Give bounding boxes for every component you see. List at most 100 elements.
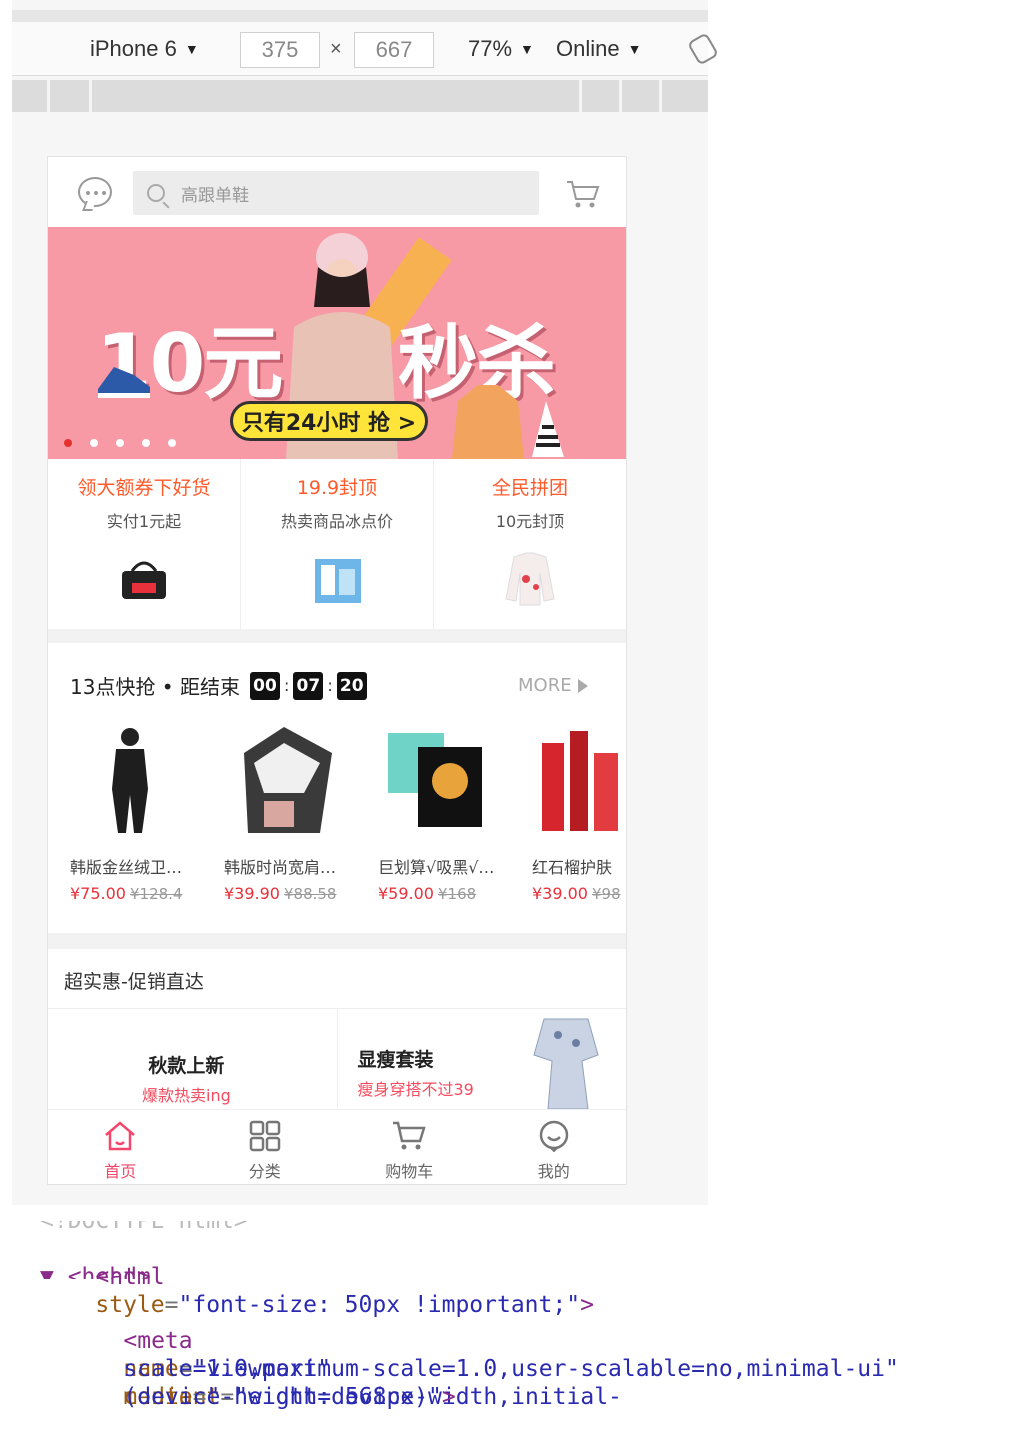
device-select[interactable]: iPhone 6 ▼ bbox=[90, 36, 199, 62]
countdown-colon: : bbox=[327, 676, 333, 695]
html-source-panel: <!DOCTYPE html> <html style="font-size: … bbox=[0, 1205, 1016, 1412]
carousel-dot-active[interactable] bbox=[64, 439, 72, 447]
carousel-dot[interactable] bbox=[116, 439, 124, 447]
rotate-icon[interactable] bbox=[686, 32, 720, 66]
search-bar[interactable]: 高跟单鞋 bbox=[133, 171, 539, 215]
flash-sale-section: 13点快抢 • 距结束 00 : 07 : 20 MORE 韩版金丝绒卫… ¥7… bbox=[48, 643, 626, 933]
carousel-dot[interactable] bbox=[142, 439, 150, 447]
tab-label: 首页 bbox=[104, 1162, 137, 1181]
price-original: ¥98 bbox=[591, 885, 621, 903]
deal-dress-image bbox=[532, 1018, 599, 1109]
flash-sale-title: 13点快抢 • 距结束 00 : 07 : 20 bbox=[70, 671, 367, 700]
section-divider bbox=[48, 629, 626, 643]
promo-19-9[interactable]: 19.9封顶 热卖商品冰点价 bbox=[241, 459, 434, 629]
meta-tag-line-3[interactable]: (device-height: 568px)"> bbox=[68, 1355, 456, 1439]
price-current: ¥39.00 bbox=[532, 884, 588, 903]
section-divider bbox=[48, 933, 626, 949]
bottom-tab-bar: 首页 分类 购物车 我的 bbox=[48, 1109, 626, 1184]
network-label: Online bbox=[556, 36, 620, 61]
product-price: ¥39.00 ¥98 bbox=[532, 884, 626, 903]
price-current: ¥39.90 bbox=[224, 884, 280, 903]
product-image bbox=[112, 728, 148, 833]
meta-tag-close: > bbox=[441, 1384, 456, 1410]
banner-carousel[interactable]: 10元 秒杀 只有24小时 抢 > bbox=[48, 227, 626, 459]
ruler-segment[interactable] bbox=[622, 80, 662, 112]
chevron-down-icon: ▼ bbox=[184, 41, 199, 57]
product-price: ¥39.90 ¥88.58 bbox=[224, 884, 344, 903]
more-link[interactable]: MORE bbox=[518, 675, 588, 696]
devtools-top-strip bbox=[12, 10, 708, 22]
product-image bbox=[542, 731, 618, 831]
cart-icon[interactable] bbox=[566, 179, 600, 209]
product-card[interactable]: 韩版金丝绒卫… ¥75.00 ¥128.4 bbox=[70, 723, 190, 903]
product-price: ¥75.00 ¥128.4 bbox=[70, 884, 190, 903]
device-label: iPhone 6 bbox=[90, 36, 177, 61]
media-value-part2: (device-height: 568px)" bbox=[123, 1384, 442, 1410]
price-original: ¥88.58 bbox=[283, 885, 337, 903]
width-input[interactable]: 375 bbox=[240, 32, 320, 68]
countdown-colon: : bbox=[283, 676, 290, 695]
ruler-segment[interactable] bbox=[662, 80, 708, 112]
deals-header: 超实惠-促销直达 bbox=[48, 949, 626, 1009]
ruler-segment[interactable] bbox=[582, 80, 622, 112]
product-name: 红石榴护肤 bbox=[532, 858, 613, 877]
play-arrow-icon bbox=[577, 678, 588, 693]
ruler-segment[interactable] bbox=[92, 80, 582, 112]
deals-title: 超实惠-促销直达 bbox=[64, 971, 204, 993]
smile-face-icon bbox=[539, 1120, 568, 1152]
product-card[interactable]: 巨划算√吸黑√… ¥59.00 ¥168 bbox=[378, 723, 498, 903]
promo-title: 全民拼团 bbox=[491, 477, 568, 499]
ruler-segment[interactable] bbox=[12, 80, 50, 112]
tab-label: 我的 bbox=[537, 1162, 570, 1181]
phone-viewport: 高跟单鞋 10元 秒杀 只有24小时 抢 > 领大额券下好货 实付1元起 19.… bbox=[48, 157, 626, 1184]
product-image bbox=[388, 733, 482, 827]
search-placeholder: 高跟单鞋 bbox=[181, 185, 249, 206]
promo-entries: 领大额券下好货 实付1元起 19.9封顶 热卖商品冰点价 全民拼团 10元封顶 bbox=[48, 459, 626, 629]
countdown-timer: 00 : 07 : 20 bbox=[249, 671, 367, 700]
tab-profile[interactable]: 我的 bbox=[482, 1110, 627, 1184]
deal-text: 显瘦套装 瘦身穿搭不过39 bbox=[358, 1045, 474, 1100]
carousel-dot[interactable] bbox=[90, 439, 98, 447]
chevron-down-icon: ▼ bbox=[627, 41, 642, 57]
hoodie-image bbox=[452, 385, 524, 459]
zoom-select[interactable]: 77% ▼ bbox=[468, 36, 534, 62]
more-label: MORE bbox=[518, 675, 572, 696]
tab-cart[interactable]: 购物车 bbox=[337, 1110, 482, 1184]
media-query-ruler[interactable] bbox=[12, 80, 708, 112]
deal-text: 秋款上新 爆款热卖ing bbox=[142, 1051, 231, 1106]
height-input[interactable]: 667 bbox=[354, 32, 434, 68]
network-select[interactable]: Online ▼ bbox=[556, 36, 641, 62]
product-card[interactable]: 红石榴护肤 ¥39.00 ¥98 bbox=[532, 723, 626, 903]
cart-icon bbox=[393, 1121, 426, 1150]
promo-title: 19.9封顶 bbox=[296, 477, 378, 499]
product-price: ¥59.00 ¥168 bbox=[378, 884, 498, 903]
deal-card-autumn[interactable]: 秋款上新 爆款热卖ing bbox=[48, 1009, 338, 1109]
carousel-dot[interactable] bbox=[168, 439, 176, 447]
home-icon bbox=[105, 1121, 136, 1151]
skincare-box-image bbox=[315, 559, 361, 603]
sneaker-image bbox=[98, 367, 150, 398]
flash-sale-label: 13点快抢 • 距结束 bbox=[70, 675, 240, 699]
promo-group-buy[interactable]: 全民拼团 10元封顶 bbox=[434, 459, 626, 629]
flash-goods-list: 韩版金丝绒卫… ¥75.00 ¥128.4 韩版时尚宽肩… ¥39.90 ¥88.5… bbox=[70, 723, 626, 903]
tab-home[interactable]: 首页 bbox=[48, 1110, 193, 1184]
search-icon bbox=[147, 184, 165, 202]
promo-subtitle: 实付1元起 bbox=[106, 512, 182, 531]
chevron-down-icon: ▼ bbox=[520, 41, 534, 57]
carousel-indicators bbox=[64, 439, 176, 447]
message-icon[interactable] bbox=[78, 177, 112, 207]
striped-item-image bbox=[532, 401, 564, 457]
countdown-minutes: 07 bbox=[293, 671, 324, 700]
promo-subtitle: 10元封顶 bbox=[495, 512, 565, 531]
product-card[interactable]: 韩版时尚宽肩… ¥39.90 ¥88.58 bbox=[224, 723, 344, 903]
zoom-label: 77% bbox=[468, 36, 513, 61]
product-image bbox=[244, 727, 332, 833]
grid-icon bbox=[249, 1120, 280, 1152]
ruler-segment[interactable] bbox=[50, 80, 92, 112]
banner-cta[interactable]: 只有24小时 抢 > bbox=[230, 401, 428, 441]
tab-label: 分类 bbox=[248, 1162, 281, 1181]
promo-coupon[interactable]: 领大额券下好货 实付1元起 bbox=[48, 459, 241, 629]
deal-name: 显瘦套装 bbox=[357, 1049, 434, 1071]
tab-category[interactable]: 分类 bbox=[193, 1110, 338, 1184]
deal-card-slim[interactable]: 显瘦套装 瘦身穿搭不过39 bbox=[338, 1009, 627, 1109]
